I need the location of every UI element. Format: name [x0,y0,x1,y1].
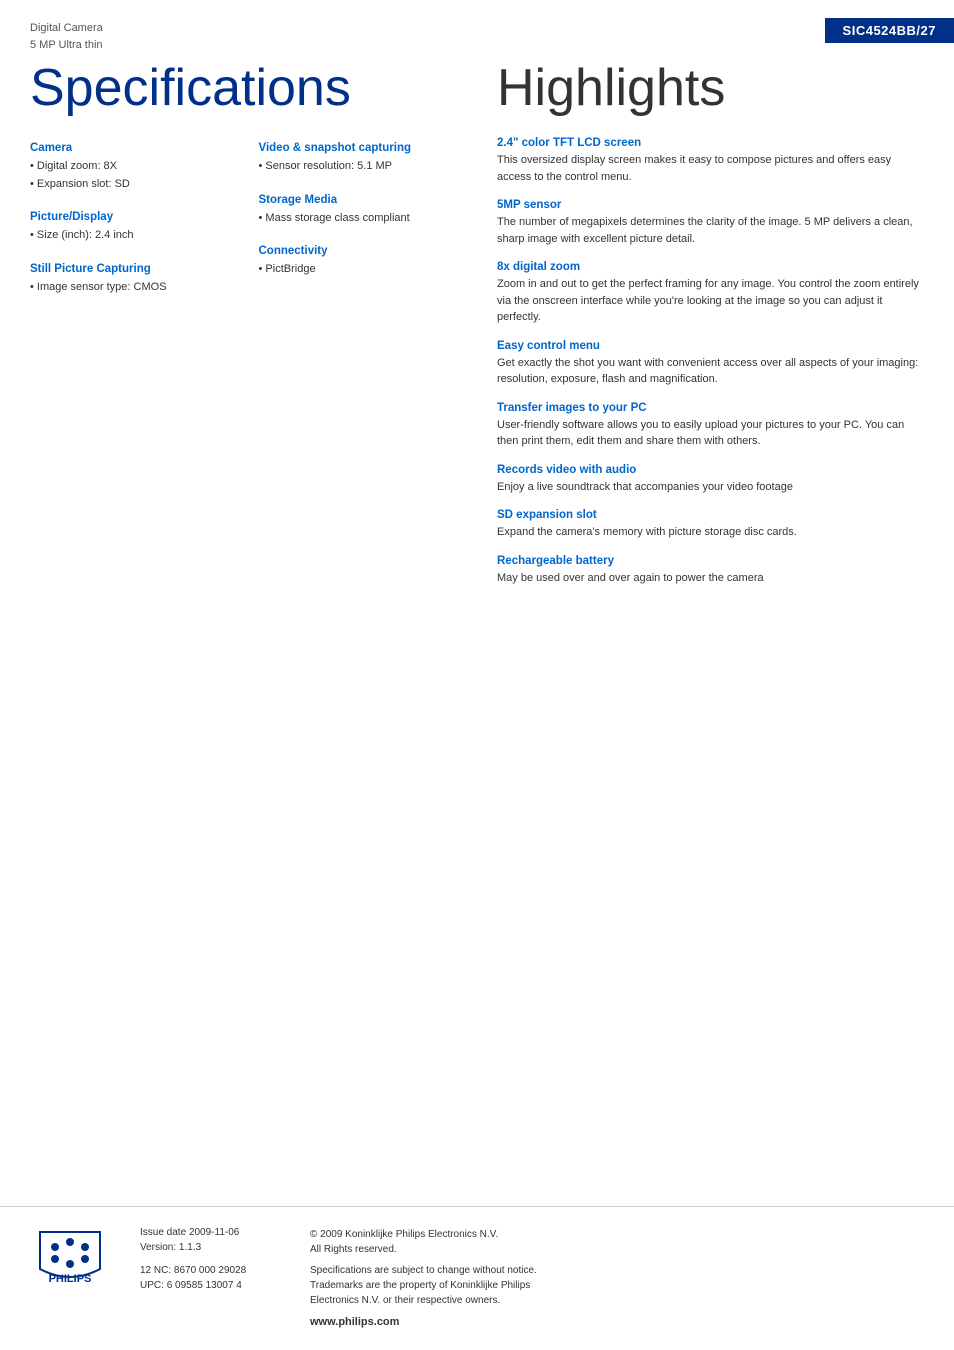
highlight-item-zoom: 8x digital zoom Zoom in and out to get t… [497,261,924,326]
spec-storage-title: Storage Media [259,194,458,206]
spec-connectivity-title: Connectivity [259,245,458,257]
spec-section-camera: Camera Digital zoom: 8X Expansion slot: … [30,142,229,193]
highlight-item-lcd: 2.4" color TFT LCD screen This oversized… [497,137,924,185]
specs-left-column: Camera Digital zoom: 8X Expansion slot: … [30,142,229,314]
spec-section-connectivity: Connectivity PictBridge [259,245,458,279]
highlight-title: Rechargeable battery [497,555,924,567]
highlight-desc: User-friendly software allows you to eas… [497,417,924,450]
highlight-desc: Enjoy a live soundtrack that accompanies… [497,479,924,496]
spec-item: Image sensor type: CMOS [30,279,229,297]
footer: PHILIPS Issue date 2009-11-06 Version: 1… [0,1206,954,1350]
specs-columns: Camera Digital zoom: 8X Expansion slot: … [30,142,457,314]
version-label: Version: [140,1242,176,1253]
spec-item: Digital zoom: 8X [30,158,229,176]
footer-issue-date: Issue date 2009-11-06 [140,1227,270,1238]
philips-logo: PHILIPS [30,1227,110,1287]
spec-item: Mass storage class compliant [259,210,458,228]
model-number: SIC4524BB/27 [825,18,954,43]
issue-date-value: 2009-11-06 [189,1227,239,1238]
nc-label: 12 NC: [140,1265,171,1276]
spec-video-title: Video & snapshot capturing [259,142,458,154]
highlight-item-sensor: 5MP sensor The number of megapixels dete… [497,199,924,247]
highlight-desc: Zoom in and out to get the perfect frami… [497,276,924,326]
highlight-desc: May be used over and over again to power… [497,570,924,587]
spec-item: Sensor resolution: 5.1 MP [259,158,458,176]
footer-meta: Issue date 2009-11-06 Version: 1.1.3 12 … [140,1227,270,1291]
specifications-section: Specifications Camera Digital zoom: 8X E… [30,60,477,600]
spec-section-display: Picture/Display Size (inch): 2.4 inch [30,211,229,245]
footer-version: Version: 1.1.3 [140,1242,270,1253]
upc-label: UPC: [140,1280,164,1291]
spec-item: Expansion slot: SD [30,176,229,194]
highlight-desc: Expand the camera's memory with picture … [497,524,924,541]
spec-display-title: Picture/Display [30,211,229,223]
website-url: www.philips.com [310,1314,924,1331]
product-subtitle: 5 MP Ultra thin [30,37,103,54]
highlight-title: Records video with audio [497,464,924,476]
highlights-section: Highlights 2.4" color TFT LCD screen Thi… [477,60,924,600]
highlight-item-sd: SD expansion slot Expand the camera's me… [497,509,924,541]
product-category: Digital Camera [30,20,103,37]
spec-item: PictBridge [259,261,458,279]
highlight-title: SD expansion slot [497,509,924,521]
footer-nc: 12 NC: 8670 000 29028 [140,1265,270,1276]
specs-right-column: Video & snapshot capturing Sensor resolu… [259,142,458,314]
upc-value: 6 09585 13007 4 [167,1280,242,1291]
spec-still-title: Still Picture Capturing [30,263,229,275]
spec-item: Size (inch): 2.4 inch [30,227,229,245]
product-type: Digital Camera 5 MP Ultra thin [30,20,103,53]
spec-section-storage: Storage Media Mass storage class complia… [259,194,458,228]
highlight-item-transfer: Transfer images to your PC User-friendly… [497,402,924,450]
legal-text: Specifications are subject to change wit… [310,1263,924,1308]
highlight-title: 8x digital zoom [497,261,924,273]
highlight-title: Transfer images to your PC [497,402,924,414]
highlight-title: 5MP sensor [497,199,924,211]
highlight-desc: This oversized display screen makes it e… [497,152,924,185]
footer-legal: © 2009 Koninklijke Philips Electronics N… [310,1227,924,1331]
highlight-desc: The number of megapixels determines the … [497,214,924,247]
spec-section-video: Video & snapshot capturing Sensor resolu… [259,142,458,176]
copyright-text: © 2009 Koninklijke Philips Electronics N… [310,1227,924,1257]
highlights-list: 2.4" color TFT LCD screen This oversized… [497,137,924,586]
issue-date-label: Issue date [140,1227,186,1238]
spec-section-still: Still Picture Capturing Image sensor typ… [30,263,229,297]
footer-upc: UPC: 6 09585 13007 4 [140,1280,270,1291]
specifications-title: Specifications [30,60,457,117]
highlights-title: Highlights [497,60,924,117]
spec-camera-title: Camera [30,142,229,154]
highlight-item-battery: Rechargeable battery May be used over an… [497,555,924,587]
version-value: 1.1.3 [179,1242,201,1253]
highlight-item-video: Records video with audio Enjoy a live so… [497,464,924,496]
highlight-item-menu: Easy control menu Get exactly the shot y… [497,340,924,388]
svg-text:PHILIPS: PHILIPS [49,1273,92,1285]
highlight-desc: Get exactly the shot you want with conve… [497,355,924,388]
highlight-title: Easy control menu [497,340,924,352]
highlight-title: 2.4" color TFT LCD screen [497,137,924,149]
nc-value: 8670 000 29028 [174,1265,246,1276]
